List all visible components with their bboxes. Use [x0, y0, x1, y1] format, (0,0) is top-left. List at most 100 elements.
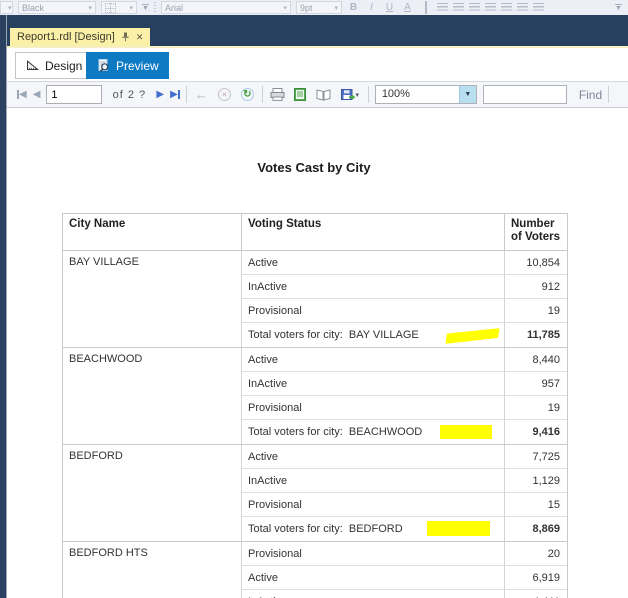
total-label-cell: Total voters for city: BEACHWOOD: [241, 420, 504, 444]
indent-decrease-button[interactable]: [517, 3, 528, 12]
prev-page-button[interactable]: ◀: [33, 89, 41, 100]
export-button[interactable]: ▾: [338, 86, 362, 103]
column-header-city: City Name: [63, 214, 241, 250]
value-cell: 957: [504, 372, 567, 396]
column-header-voters: Number of Voters: [504, 214, 567, 250]
city-group: BEDFORD Active 7,725 InActive 1,129 Prov…: [63, 445, 567, 542]
page-setup-book-icon: [316, 89, 331, 101]
document-tab[interactable]: Report1.rdl [Design] ✕: [10, 28, 150, 46]
italic-button[interactable]: I: [365, 1, 378, 14]
status-cell: Provisional: [241, 396, 504, 420]
close-icon[interactable]: ✕: [136, 33, 144, 42]
status-cell: Provisional: [241, 299, 504, 323]
first-page-bar: [17, 90, 19, 99]
truncated-combo[interactable]: ▾: [0, 1, 13, 14]
bold-button[interactable]: B: [347, 1, 360, 14]
toolbar-overflow-button[interactable]: ▼: [615, 4, 622, 11]
first-page-button[interactable]: ◀: [17, 89, 27, 100]
underline-button[interactable]: U: [383, 1, 396, 14]
align-right-button[interactable]: [469, 3, 480, 12]
tab-preview-label: Preview: [116, 59, 159, 73]
font-color-button[interactable]: A: [401, 1, 414, 14]
value-cell: 1,129: [504, 469, 567, 493]
total-value-cell: 11,785: [504, 323, 567, 347]
color-combo[interactable]: Black▾: [18, 1, 96, 14]
align-center-button[interactable]: [453, 3, 464, 12]
font-family-combo[interactable]: Arial ▾: [161, 1, 291, 14]
value-cell: 912: [504, 275, 567, 299]
stop-button[interactable]: ✕: [216, 86, 233, 103]
value-cell: 19: [504, 299, 567, 323]
print-button[interactable]: [269, 86, 286, 103]
status-cell: InActive: [241, 590, 504, 598]
align-left-button[interactable]: [437, 3, 448, 12]
chevron-down-icon: ▼: [615, 6, 622, 11]
report-title: Votes Cast by City: [62, 160, 566, 175]
bullet-list-button[interactable]: [501, 3, 512, 12]
pages-total-label: of 2 ?: [108, 89, 150, 101]
status-cell: Active: [241, 566, 504, 590]
table-header-row: City Name Voting Status Number of Voters: [63, 214, 567, 251]
status-cell: Active: [241, 445, 504, 469]
font-combo-value: Arial: [165, 3, 183, 13]
font-size-combo[interactable]: 9pt▾: [296, 1, 342, 14]
value-cell: 19: [504, 396, 567, 420]
numbered-list-button[interactable]: [485, 3, 496, 12]
chevron-down-icon: ▾: [356, 91, 360, 99]
city-group: BAY VILLAGE Active 10,854 InActive 912 P…: [63, 251, 567, 348]
print-layout-button[interactable]: [292, 86, 309, 103]
back-button[interactable]: ←: [193, 86, 210, 103]
toolbar-overflow-button[interactable]: ▼: [142, 4, 149, 11]
highlight-mark: [427, 521, 490, 536]
chevron-down-icon: ▾: [129, 4, 133, 12]
next-page-button[interactable]: ▶: [156, 89, 164, 100]
total-value-cell: 9,416: [504, 420, 567, 444]
find-button[interactable]: Find: [579, 88, 602, 102]
total-label-cell: Total voters for city: BAY VILLAGE: [241, 323, 504, 347]
last-page-button[interactable]: ▶: [170, 89, 180, 100]
highlight-mark: [445, 328, 501, 344]
column-header-status: Voting Status: [241, 214, 504, 250]
toolbar-separator: [154, 2, 156, 13]
refresh-icon: ↻: [241, 88, 254, 101]
stop-icon: ✕: [218, 88, 231, 101]
status-cell: Active: [241, 251, 504, 275]
toolbar-separator: [368, 86, 369, 103]
format-toolbar: ▾ Black▾ ▾ ▼ Arial ▾ 9pt▾ B I U A ▼: [0, 0, 628, 15]
city-group: BEACHWOOD Active 8,440 InActive 957 Prov…: [63, 348, 567, 445]
zoom-select[interactable]: 100% ▼: [375, 85, 477, 104]
tab-preview[interactable]: Preview: [86, 52, 169, 79]
document-tab-title: Report1.rdl [Design]: [17, 31, 115, 43]
preview-toolbar: ◀ ◀ of 2 ? ▶ ▶ ← ✕ ↻: [7, 81, 628, 108]
total-label-cell: Total voters for city: BEDFORD: [241, 517, 504, 541]
pin-icon[interactable]: [121, 32, 130, 42]
design-ruler-icon: [26, 60, 39, 71]
page-number-input[interactable]: [46, 85, 102, 104]
report-preview-page: Votes Cast by City City Name Voting Stat…: [7, 108, 628, 598]
city-name-cell: BEDFORD HTS: [63, 542, 241, 598]
zoom-value: 100%: [376, 86, 459, 103]
image-button[interactable]: [419, 1, 432, 14]
chevron-down-icon: ▾: [8, 4, 12, 12]
page-setup-button[interactable]: [315, 86, 332, 103]
last-page-bar: [178, 90, 180, 99]
print-layout-icon: [294, 88, 306, 101]
refresh-button[interactable]: ↻: [239, 86, 256, 103]
zoom-dropdown-button[interactable]: ▼: [459, 86, 476, 103]
total-value-cell: 8,869: [504, 517, 567, 541]
export-save-icon: [341, 89, 356, 101]
left-panel-strip: [0, 15, 7, 598]
indent-increase-button[interactable]: [533, 3, 544, 12]
border-grid-icon: [105, 3, 116, 13]
value-cell: 20: [504, 542, 567, 566]
border-style-combo[interactable]: ▾: [101, 1, 137, 14]
value-cell: 7,725: [504, 445, 567, 469]
color-combo-value: Black: [22, 3, 44, 13]
status-cell: Provisional: [241, 542, 504, 566]
status-cell: Provisional: [241, 493, 504, 517]
tab-design[interactable]: Design: [15, 52, 93, 79]
chevron-down-icon: ▾: [283, 4, 287, 12]
toolbar-separator: [262, 86, 263, 103]
find-input[interactable]: [483, 85, 567, 104]
preview-report-icon: [96, 59, 110, 72]
